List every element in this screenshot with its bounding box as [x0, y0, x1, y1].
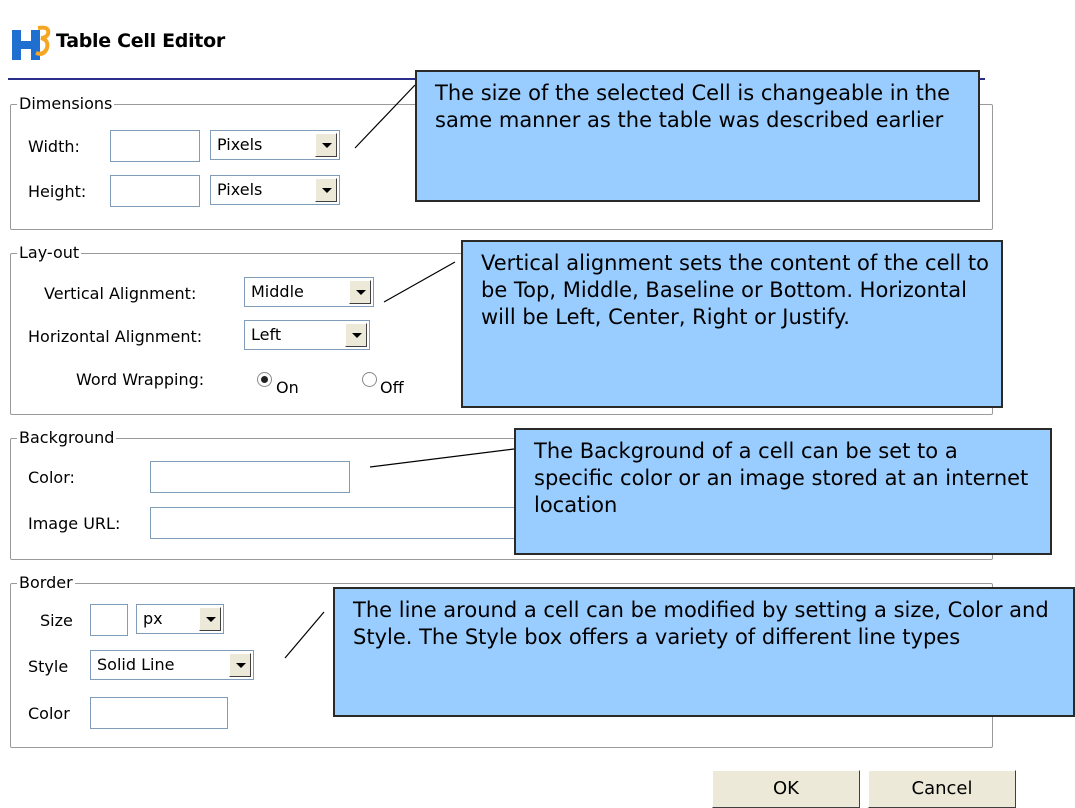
chevron-down-icon[interactable]: [345, 323, 367, 347]
wrap-off-label[interactable]: Off: [380, 378, 404, 398]
width-input[interactable]: [110, 130, 200, 162]
height-unit-value: Pixels: [217, 180, 263, 199]
border-size-input[interactable]: [90, 604, 128, 636]
callout-dimensions: The size of the selected Cell is changea…: [415, 70, 980, 202]
ok-button[interactable]: OK: [712, 770, 860, 808]
background-color-input[interactable]: [150, 461, 350, 493]
callout-layout: Vertical alignment sets the content of t…: [461, 240, 1003, 408]
vertical-alignment-label: Vertical Alignment:: [44, 284, 197, 303]
height-unit-select[interactable]: Pixels: [210, 175, 340, 205]
image-url-input[interactable]: [150, 507, 516, 539]
dimensions-legend: Dimensions: [19, 94, 113, 113]
callout-border: The line around a cell can be modified b…: [333, 587, 1075, 717]
vertical-alignment-value: Middle: [251, 282, 304, 301]
chevron-down-icon[interactable]: [349, 280, 371, 304]
horizontal-alignment-value: Left: [251, 325, 282, 344]
vertical-alignment-select[interactable]: Middle: [244, 277, 374, 307]
width-unit-select[interactable]: Pixels: [210, 130, 340, 160]
background-color-label: Color:: [28, 468, 75, 487]
cancel-button[interactable]: Cancel: [868, 770, 1016, 808]
border-size-label: Size: [40, 611, 73, 630]
width-label: Width:: [28, 137, 80, 156]
callout-background: The Background of a cell can be set to a…: [514, 428, 1052, 555]
layout-legend: Lay-out: [19, 243, 80, 262]
dialog-title: Table Cell Editor: [56, 30, 225, 52]
image-url-label: Image URL:: [28, 514, 121, 533]
wrap-off-radio[interactable]: [362, 372, 377, 387]
border-style-value: Solid Line: [97, 655, 175, 674]
chevron-down-icon[interactable]: [315, 178, 337, 202]
border-color-label: Color: [28, 704, 70, 723]
background-legend: Background: [19, 428, 115, 447]
wrap-on-label[interactable]: On: [276, 378, 299, 398]
border-color-input[interactable]: [90, 697, 228, 729]
chevron-down-icon[interactable]: [229, 653, 251, 677]
h3-logo-icon: [12, 25, 51, 60]
word-wrapping-label: Word Wrapping:: [76, 370, 205, 389]
height-label: Height:: [28, 182, 87, 201]
border-legend: Border: [19, 573, 73, 592]
border-size-unit-select[interactable]: px: [136, 604, 224, 634]
horizontal-alignment-label: Horizontal Alignment:: [28, 327, 203, 346]
chevron-down-icon[interactable]: [315, 133, 337, 157]
chevron-down-icon[interactable]: [199, 607, 221, 631]
wrap-on-radio[interactable]: [257, 372, 272, 387]
border-style-select[interactable]: Solid Line: [90, 650, 254, 680]
horizontal-alignment-select[interactable]: Left: [244, 320, 370, 350]
height-input[interactable]: [110, 175, 200, 207]
border-style-label: Style: [28, 657, 69, 676]
width-unit-value: Pixels: [217, 135, 263, 154]
border-size-unit-value: px: [143, 609, 163, 628]
